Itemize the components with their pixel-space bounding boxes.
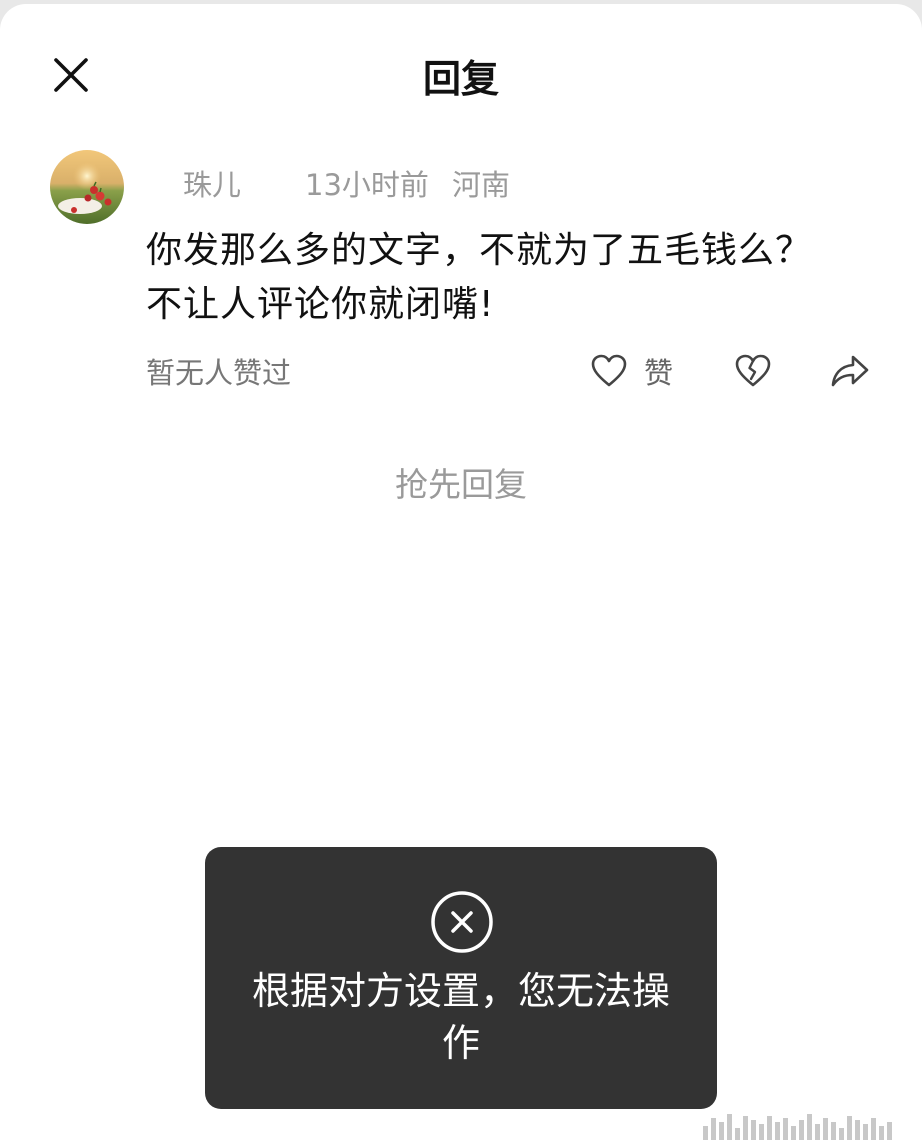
likes-status: 暂无人赞过 bbox=[146, 356, 292, 390]
toast-text: 根据对方设置，您无法操作 bbox=[251, 969, 670, 1065]
like-button[interactable] bbox=[590, 352, 628, 390]
reply-page: 回复 珠儿 13小时前 河南 你发那么多的文字，不就为了五毛钱么？不让人评论你就… bbox=[0, 4, 922, 1148]
reply-first-prompt[interactable]: 抢先回复 bbox=[0, 458, 922, 506]
toast-message: 根据对方设置，您无法操作 bbox=[205, 847, 717, 1109]
share-button[interactable] bbox=[830, 352, 870, 390]
like-label[interactable]: 赞 bbox=[644, 350, 673, 392]
comment-text: 你发那么多的文字，不就为了五毛钱么？不让人评论你就闭嘴! bbox=[146, 230, 813, 325]
avatar[interactable] bbox=[50, 150, 124, 224]
dislike-button[interactable] bbox=[734, 352, 772, 390]
share-arrow-icon[interactable] bbox=[830, 352, 870, 390]
broken-heart-icon[interactable] bbox=[734, 352, 772, 390]
page-title: 回复 bbox=[422, 57, 499, 101]
error-circle-icon bbox=[431, 891, 493, 953]
heart-icon[interactable] bbox=[590, 352, 628, 390]
header: 回复 bbox=[0, 4, 922, 144]
watermark bbox=[703, 1110, 892, 1140]
location: 河南 bbox=[452, 168, 511, 202]
timestamp: 13小时前 bbox=[305, 168, 429, 202]
username[interactable]: 珠儿 bbox=[183, 162, 241, 204]
